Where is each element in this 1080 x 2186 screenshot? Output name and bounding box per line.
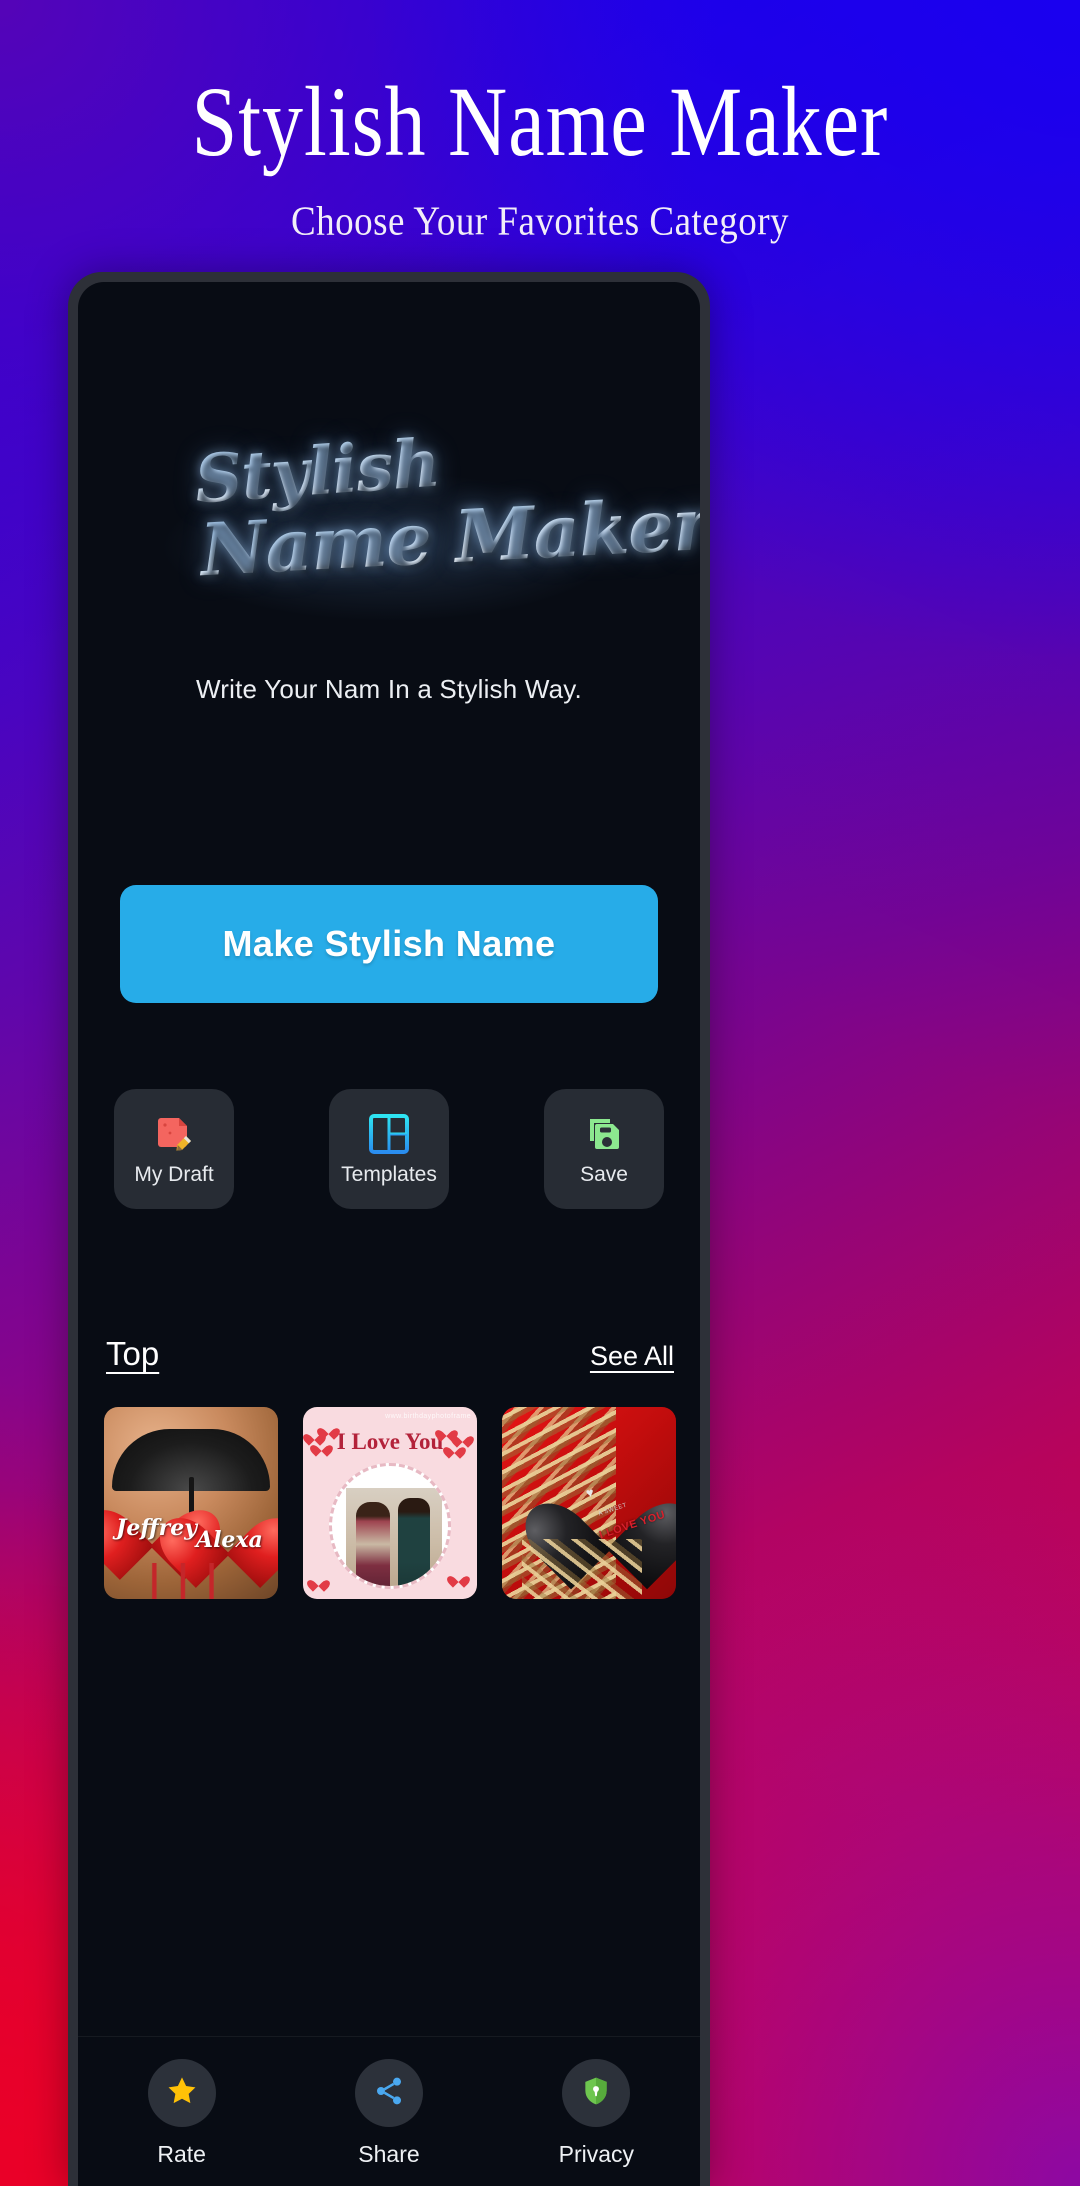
top-section-header: Top See All	[78, 1335, 700, 1373]
necklace-chain-lower	[522, 1539, 642, 1599]
rate-label: Rate	[157, 2141, 206, 2167]
share-button-circle[interactable]	[354, 2059, 423, 2127]
make-stylish-name-button[interactable]: Make Stylish Name	[120, 885, 658, 1003]
star-icon	[165, 2074, 199, 2113]
document-pencil-icon	[151, 1111, 197, 1157]
app-tagline: Write Your Nam In a Stylish Way.	[196, 674, 582, 704]
cta-container: Make Stylish Name	[78, 885, 700, 1003]
my-draft-tile[interactable]: My Draft	[114, 1089, 234, 1209]
card-name-1: Jeffrey	[116, 1515, 197, 1541]
top-cards-row: Jeffrey Alexa www.birthdayphotoframe I L…	[78, 1407, 700, 1599]
rate-button-circle[interactable]	[147, 2059, 216, 2127]
my-draft-label: My Draft	[134, 1163, 214, 1186]
bottom-navigation-bar: Rate Share Privacy	[78, 2036, 700, 2186]
card-name-2: Alexa	[196, 1527, 263, 1553]
share-label: Share	[358, 2141, 420, 2167]
shield-lock-icon	[580, 2075, 612, 2112]
layout-grid-icon	[366, 1111, 412, 1157]
save-label: Save	[580, 1163, 628, 1186]
templates-label: Templates	[341, 1163, 437, 1186]
privacy-label: Privacy	[558, 2141, 635, 2167]
nav-item-privacy[interactable]: Privacy	[521, 2059, 671, 2168]
phone-screen: Stylish Name Maker Write Your Nam In a S…	[78, 282, 700, 2186]
table-row[interactable]: www.birthdayphotoframe I Love You	[303, 1407, 477, 1599]
section-title-top[interactable]: Top	[106, 1335, 159, 1373]
see-all-link[interactable]: See All	[590, 1341, 674, 1372]
privacy-button-circle[interactable]	[562, 2059, 631, 2127]
hearts-decoration-left	[305, 1423, 345, 1457]
floppy-disk-icon	[581, 1111, 627, 1157]
page-title: Stylish Name Maker	[191, 65, 889, 177]
hearts-decoration-bottom	[303, 1567, 477, 1595]
save-tile[interactable]: Save	[544, 1089, 664, 1209]
nav-item-share[interactable]: Share	[314, 2059, 464, 2168]
app-logo: Stylish Name Maker	[78, 424, 700, 622]
promo-header: Stylish Name Maker Choose Your Favorites…	[0, 0, 1080, 245]
phone-mockup-frame: Stylish Name Maker Write Your Nam In a S…	[68, 272, 710, 2186]
templates-tile[interactable]: Templates	[329, 1089, 449, 1209]
table-row[interactable]: Jeffrey Alexa	[104, 1407, 278, 1599]
share-icon	[373, 2075, 405, 2112]
nav-item-rate[interactable]: Rate	[107, 2059, 257, 2168]
heart-stems	[134, 1563, 244, 1599]
hearts-decoration-right	[435, 1423, 475, 1457]
page-subtitle: Choose Your Favorites Category	[290, 198, 790, 245]
table-row[interactable]: ♥ A SWEET I LOVE YOU	[502, 1407, 676, 1599]
card-watermark: www.birthdayphotoframe	[385, 1413, 471, 1420]
quick-actions-row: My Draft Templates Save	[78, 1089, 700, 1209]
